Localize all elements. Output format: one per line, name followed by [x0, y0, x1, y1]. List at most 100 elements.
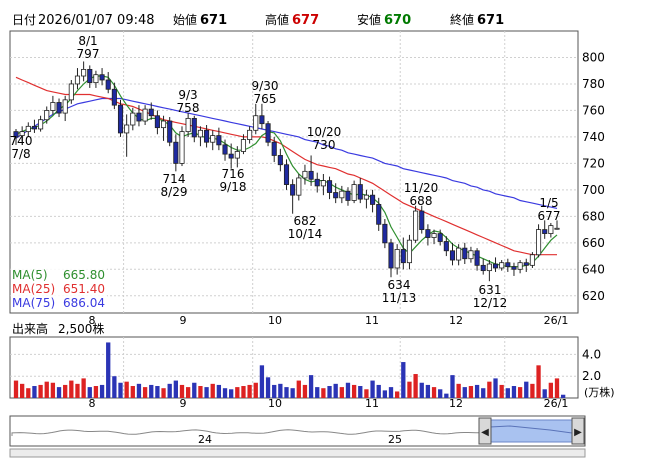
- volume-bar: [161, 388, 166, 398]
- price-annotation-top: 634: [388, 278, 411, 292]
- volume-bar: [136, 383, 142, 398]
- candle-down: [357, 184, 363, 200]
- candle-up: [130, 112, 136, 126]
- volume-bar: [155, 386, 160, 398]
- volume-bar: [401, 362, 406, 398]
- volume-bar: [87, 387, 92, 398]
- volume-bar: [358, 386, 363, 398]
- candle-up: [25, 125, 31, 133]
- volume-bar: [444, 393, 449, 398]
- candle-up: [93, 74, 99, 84]
- candle-down: [308, 170, 314, 180]
- volume-bar: [124, 381, 129, 398]
- volume-bar: [499, 384, 504, 398]
- candle-down: [345, 190, 351, 201]
- volume-bar: [438, 389, 443, 398]
- candle-down: [277, 155, 283, 166]
- volume-bar: [364, 389, 369, 398]
- price-y-tick-label: 660: [582, 236, 605, 250]
- navigator-left-arrow-icon: ◀: [481, 427, 489, 438]
- volume-bar: [481, 388, 486, 398]
- volume-bar: [376, 384, 381, 398]
- volume-bar: [179, 384, 185, 398]
- candle-down: [136, 112, 142, 122]
- volume-bar: [247, 384, 252, 398]
- price-annotation-bottom: 12/12: [473, 296, 508, 310]
- volume-bar: [13, 380, 19, 398]
- candle-up: [406, 239, 413, 264]
- volume-bar: [333, 383, 338, 398]
- volume-bar: [173, 380, 178, 398]
- candle-up: [62, 99, 68, 114]
- candle-down: [400, 249, 406, 264]
- volume-bar: [204, 387, 209, 398]
- price-y-tick-label: 780: [582, 77, 605, 91]
- price-annotation-bottom: 11/13: [382, 291, 417, 305]
- price-y-tick-label: 620: [582, 289, 605, 303]
- candle-up: [554, 227, 560, 230]
- candle-up: [394, 249, 400, 269]
- candle-down: [443, 241, 449, 252]
- navigator-scrollbar[interactable]: [9, 448, 586, 458]
- price-annotation-top: 10/20: [307, 125, 342, 139]
- volume-bar: [517, 387, 523, 398]
- price-annotation-top: 9/30: [252, 79, 279, 93]
- volume-bar: [456, 383, 461, 398]
- volume-bar: [560, 394, 566, 398]
- volume-bar: [413, 374, 418, 398]
- candle-up: [456, 247, 462, 261]
- volume-bar: [278, 383, 283, 398]
- volume-value: 2,500株: [58, 321, 104, 336]
- candle-down: [283, 164, 290, 185]
- candle-down: [31, 125, 37, 130]
- volume-bar: [487, 381, 492, 398]
- price-annotation-top: 714: [163, 172, 186, 186]
- candle-up: [486, 263, 492, 272]
- candle-down: [376, 204, 382, 225]
- open-label: 始値: [173, 12, 197, 27]
- price-y-tick-label: 800: [582, 50, 605, 64]
- volume-bar: [425, 384, 431, 398]
- price-annotation-bottom: 797: [77, 47, 100, 61]
- candle-up: [339, 190, 345, 199]
- candle-down: [191, 117, 197, 138]
- candle-up: [160, 120, 167, 129]
- volume-x-tick-label: 9: [180, 397, 187, 410]
- candle-up: [302, 170, 308, 179]
- candle-down: [271, 141, 277, 156]
- volume-bar: [345, 382, 351, 398]
- stock-chart-widget: 日付 2026/01/07 09:48 始値 671 高値 677 安値 670…: [0, 0, 653, 470]
- candle-down: [259, 115, 265, 125]
- candle-down: [265, 123, 271, 143]
- candle-up: [74, 75, 81, 85]
- candle-down: [388, 242, 394, 269]
- price-y-tick-label: 740: [582, 130, 605, 144]
- high-label: 高値: [265, 12, 289, 27]
- candle-up: [468, 250, 474, 260]
- candle-down: [87, 68, 93, 84]
- close-label: 終値: [450, 12, 474, 27]
- volume-bar: [56, 387, 62, 398]
- candle-up: [185, 117, 191, 133]
- candle-up: [431, 233, 437, 238]
- price-annotation-bottom: 765: [254, 92, 277, 106]
- volume-bar: [530, 383, 535, 398]
- candle-down: [173, 141, 179, 164]
- volume-bar: [44, 381, 49, 398]
- volume-x-tick-label: 26/1: [544, 397, 569, 410]
- ma5-legend-label: MA(5): [12, 268, 48, 282]
- volume-bar: [419, 382, 424, 398]
- price-y-tick-label: 640: [582, 262, 605, 276]
- candle-up: [536, 229, 542, 256]
- price-annotation-top: 682: [294, 214, 317, 228]
- volume-x-tick-label: 11: [365, 397, 379, 410]
- volume-bar: [130, 386, 135, 398]
- volume-bar: [542, 389, 547, 398]
- candle-down: [111, 88, 117, 106]
- candle-up: [240, 139, 247, 152]
- price-annotation-top: 1/5: [539, 196, 558, 210]
- volume-bar: [302, 384, 308, 398]
- price-annotation-bottom: 688: [410, 194, 433, 208]
- price-annotation-top: 740: [10, 134, 33, 148]
- candle-down: [425, 229, 431, 238]
